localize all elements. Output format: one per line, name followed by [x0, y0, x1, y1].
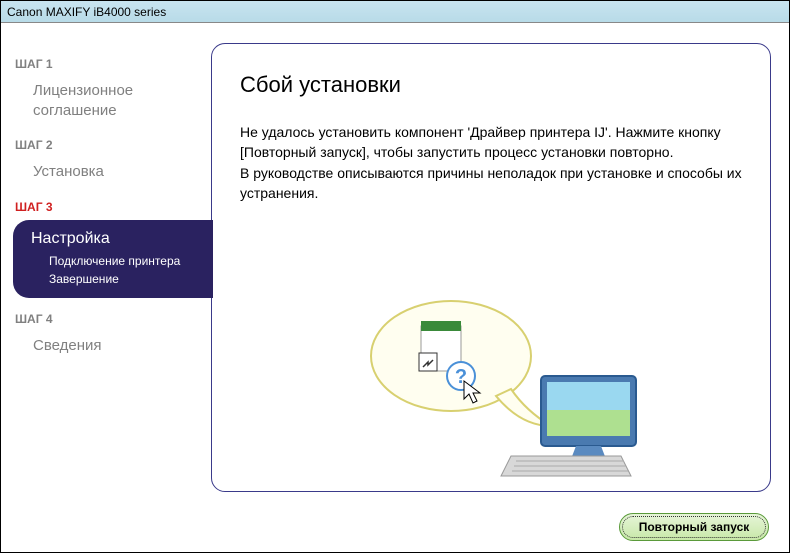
- step3-title: Настройка: [31, 230, 207, 248]
- illustration-svg: ?: [331, 281, 651, 481]
- window-body: ШАГ 1 Лицензионное соглашение ШАГ 2 Уста…: [1, 23, 789, 502]
- content-frame: Сбой установки Не удалось установить ком…: [211, 43, 771, 492]
- window-title: Canon MAXIFY iB4000 series: [7, 5, 166, 19]
- step1-label: ШАГ 1: [15, 57, 211, 71]
- titlebar: Canon MAXIFY iB4000 series: [1, 1, 789, 23]
- step2-label: ШАГ 2: [15, 138, 211, 152]
- step3-label: ШАГ 3: [15, 200, 211, 214]
- step3-sub2: Завершение: [31, 272, 207, 286]
- content-paragraph-1: Не удалось установить компонент 'Драйвер…: [240, 122, 742, 163]
- step4-item: Сведения: [15, 332, 211, 360]
- step4-label: ШАГ 4: [15, 312, 211, 326]
- step3-sub1: Подключение принтера: [31, 254, 207, 268]
- step3-active-block: Настройка Подключение принтера Завершени…: [13, 220, 213, 298]
- sidebar: ШАГ 1 Лицензионное соглашение ШАГ 2 Уста…: [1, 33, 211, 502]
- step1-item: Лицензионное соглашение: [15, 77, 211, 124]
- installer-window: Canon MAXIFY iB4000 series ШАГ 1 Лицензи…: [0, 0, 790, 553]
- content-title: Сбой установки: [240, 72, 742, 98]
- content-paragraph-2: В руководстве описываются причины непола…: [240, 163, 742, 204]
- content-panel: Сбой установки Не удалось установить ком…: [211, 43, 771, 492]
- help-illustration: ?: [331, 281, 651, 481]
- footer: Повторный запуск: [1, 502, 789, 552]
- retry-button[interactable]: Повторный запуск: [619, 513, 769, 541]
- step2-item: Установка: [15, 158, 211, 186]
